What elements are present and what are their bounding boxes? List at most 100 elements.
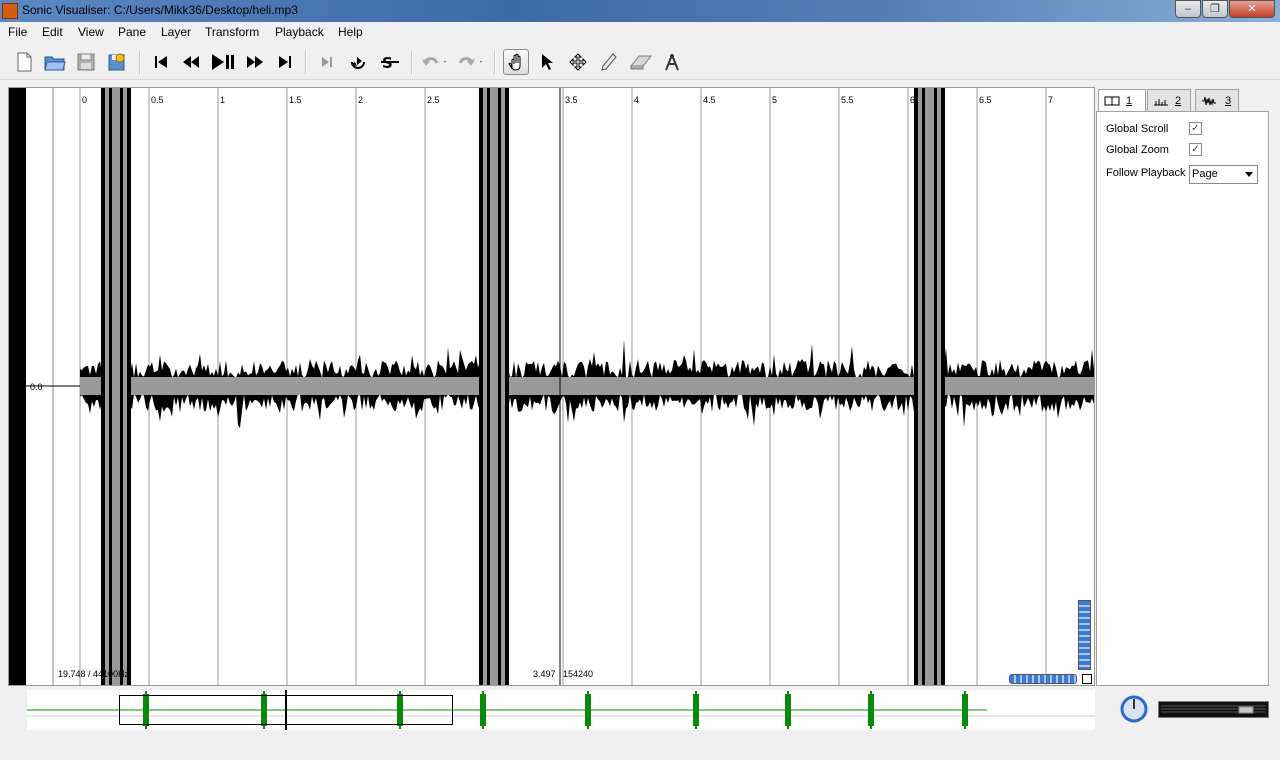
save-session-icon[interactable] (103, 49, 129, 75)
tab-label: 2 (1175, 94, 1182, 107)
new-document-icon[interactable] (11, 49, 37, 75)
draw-pencil-icon[interactable] (596, 49, 622, 75)
waveform-pane[interactable]: 00.511.522.533.544.555.566.57 0.0 19.748… (8, 87, 1095, 686)
property-panel: 1 2 3 Global Scroll ✓ Global Zoom ✓ Foll… (1096, 87, 1270, 686)
loud-burst-line (498, 88, 501, 685)
menu-transform[interactable]: Transform (205, 25, 259, 39)
title-bar: Sonic Visualiser: C:/Users/Mikk36/Deskto… (0, 0, 1280, 22)
time-tick-label: 1 (220, 95, 225, 105)
menu-edit[interactable]: Edit (42, 25, 63, 39)
overview-burst-peak (787, 691, 789, 729)
time-tick-label: 4.5 (703, 95, 716, 105)
fast-forward-end-icon[interactable] (272, 49, 298, 75)
menu-bar: File Edit View Pane Layer Transform Play… (0, 22, 1280, 44)
rewind-icon[interactable] (178, 49, 204, 75)
time-tick-label: 0.5 (151, 95, 164, 105)
open-folder-icon[interactable] (42, 49, 68, 75)
toolbar-separator (139, 50, 141, 74)
menu-playback[interactable]: Playback (275, 25, 324, 39)
move-icon[interactable] (565, 49, 591, 75)
zoom-reset-button[interactable] (1082, 674, 1092, 684)
time-tick-label: 2.5 (427, 95, 440, 105)
time-tick-label: 6.5 (979, 95, 992, 105)
time-tick-label: 1.5 (289, 95, 302, 105)
tab-pane-3[interactable]: 3 (1195, 89, 1239, 111)
loud-burst-inner (483, 88, 505, 685)
chevron-down-icon (1245, 172, 1253, 177)
loud-burst-line (487, 88, 490, 685)
tab-pane-2[interactable]: 2 (1147, 89, 1191, 111)
pane-layout-icon (1104, 96, 1120, 106)
loud-burst-line (109, 88, 112, 685)
menu-file[interactable]: File (8, 25, 27, 39)
global-scroll-label: Global Scroll (1106, 123, 1169, 135)
toolbar-separator (411, 50, 413, 74)
sample-rate-label: 19.748 / 44100Hz (58, 669, 130, 679)
loud-burst-line (934, 88, 937, 685)
time-tick-label: 7 (1048, 95, 1053, 105)
loud-burst-inner (918, 88, 941, 685)
window-title: Sonic Visualiser: C:/Users/Mikk36/Deskto… (22, 3, 298, 17)
volume-dial[interactable] (1118, 695, 1150, 725)
erase-icon[interactable] (628, 49, 654, 75)
playback-level-meter (1158, 701, 1269, 718)
property-body: Global Scroll ✓ Global Zoom ✓ Follow Pla… (1096, 111, 1269, 686)
navigate-hand-icon[interactable] (503, 49, 529, 75)
menu-layer[interactable]: Layer (161, 25, 191, 39)
cursor-position-label: 3.497 154240 (533, 669, 594, 679)
level-bar (9, 88, 26, 685)
toolbar-separator (305, 50, 307, 74)
vertical-zoom-slider[interactable] (1078, 600, 1091, 670)
playhead-marker[interactable] (285, 690, 287, 730)
overview-strip[interactable] (27, 690, 1095, 730)
menu-help[interactable]: Help (338, 25, 363, 39)
loop-icon[interactable] (345, 49, 371, 75)
time-tick-label: 0 (82, 95, 87, 105)
follow-playback-value: Page (1192, 168, 1218, 180)
fast-forward-icon[interactable] (242, 49, 268, 75)
time-tick-label: 2 (358, 95, 363, 105)
global-zoom-checkbox[interactable]: ✓ (1189, 143, 1202, 156)
close-window-button[interactable]: ✕ (1229, 0, 1275, 18)
toolbar-separator (494, 50, 496, 74)
undo-icon[interactable] (420, 49, 446, 75)
waveform-canvas[interactable]: 00.511.522.533.544.555.566.57 (9, 88, 1095, 686)
measure-icon[interactable] (659, 49, 685, 75)
close-pane-icon[interactable]: ✕ (9, 88, 25, 104)
loud-burst-line (922, 88, 925, 685)
play-selection-icon[interactable] (314, 49, 340, 75)
spectrum-icon (1154, 98, 1168, 105)
tab-pane-1[interactable]: 1 (1098, 89, 1146, 112)
time-tick-label: 5.5 (841, 95, 854, 105)
loud-burst-line (120, 88, 123, 685)
save-disk-icon[interactable] (73, 49, 99, 75)
time-tick-label: 4 (634, 95, 639, 105)
zero-level-label: 0.0 (30, 382, 43, 392)
redo-icon[interactable] (456, 49, 482, 75)
toolbar: S (0, 44, 1280, 80)
overview-burst-peak (587, 691, 589, 729)
tab-label: 1 (1126, 95, 1133, 107)
follow-playback-select[interactable]: Page (1189, 165, 1258, 184)
loud-burst-inner (105, 88, 127, 685)
solo-icon[interactable]: S (377, 49, 403, 75)
minimize-button[interactable]: – (1175, 0, 1201, 18)
menu-pane[interactable]: Pane (118, 25, 146, 39)
rewind-start-icon[interactable] (148, 49, 174, 75)
app-icon (2, 3, 18, 19)
horizontal-zoom-slider[interactable] (1009, 674, 1077, 684)
overview-burst-peak (964, 691, 966, 729)
overview-burst-peak (870, 691, 872, 729)
global-scroll-checkbox[interactable]: ✓ (1189, 122, 1202, 135)
overview-burst-peak (695, 691, 697, 729)
waveform-icon (1202, 96, 1216, 106)
play-pause-icon[interactable] (210, 49, 236, 75)
tab-label: 3 (1225, 94, 1232, 107)
select-arrow-icon[interactable] (534, 49, 560, 75)
time-tick-label: 3.5 (565, 95, 578, 105)
menu-view[interactable]: View (78, 25, 104, 39)
maximize-button[interactable]: ❐ (1202, 0, 1228, 18)
overview-burst-peak (482, 691, 484, 729)
app-window: Sonic Visualiser: C:/Users/Mikk36/Deskto… (0, 0, 1280, 760)
global-zoom-label: Global Zoom (1106, 144, 1169, 156)
